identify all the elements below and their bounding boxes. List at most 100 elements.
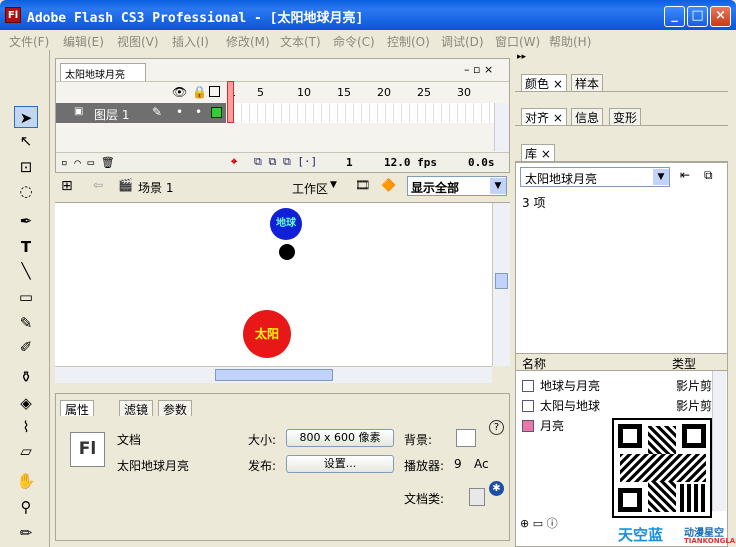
hand-tool-icon[interactable]: ✋	[14, 470, 38, 492]
layer-name: 图层 1	[94, 108, 130, 122]
col-type[interactable]: 类型	[672, 355, 696, 372]
size-button[interactable]: 800 x 600 像素	[286, 429, 394, 447]
library-buttons-icon[interactable]: ⊕ ▭ ⓘ	[520, 515, 558, 531]
scroll-thumb[interactable]	[495, 273, 508, 289]
tab-transform[interactable]: 变形	[609, 108, 642, 125]
frame-number: 10	[297, 86, 311, 99]
edit-bar: ⊞ ⇦ 🎬 场景 1 工作区 ▼ 🎞 🔶 显示全部 ▼	[55, 173, 510, 203]
menu-modify[interactable]: 修改(M)	[226, 33, 270, 50]
panel-controls-icon[interactable]: – ▫ ×	[464, 63, 493, 76]
chevron-down-icon[interactable]: ▼	[330, 180, 337, 190]
timeline-toggle-icon[interactable]: ⊞	[61, 178, 73, 194]
stage-horizontal-scrollbar[interactable]	[55, 366, 492, 383]
pencil-tool-icon[interactable]: ✎	[14, 312, 38, 334]
publish-settings-button[interactable]: 设置...	[286, 455, 394, 473]
document-class-field[interactable]	[469, 488, 485, 506]
stage[interactable]: 地球 太阳	[55, 203, 493, 366]
library-select[interactable]: 太阳地球月亮 ▼	[520, 167, 670, 187]
pen-tool-icon[interactable]: ✒	[14, 210, 38, 232]
stroke-color-icon[interactable]: ✏	[14, 522, 38, 544]
minimize-button[interactable]: _	[664, 6, 685, 27]
rectangle-tool-icon[interactable]: ▭	[14, 286, 38, 308]
zoom-select[interactable]: 显示全部 ▼	[407, 176, 507, 196]
tab-swatches[interactable]: 样本	[571, 74, 604, 91]
tab-parameters[interactable]: 参数	[158, 400, 193, 417]
zoom-tool-icon[interactable]: ⚲	[14, 496, 38, 518]
visibility-dot[interactable]: •	[176, 105, 183, 119]
brush-tool-icon[interactable]: ✐	[14, 336, 38, 358]
eyedropper-tool-icon[interactable]: ⌇	[14, 416, 38, 438]
maximize-button[interactable]: □	[687, 6, 708, 27]
frame-strip[interactable]	[226, 103, 494, 123]
menu-insert[interactable]: 插入(I)	[172, 33, 209, 50]
menu-commands[interactable]: 命令(C)	[333, 33, 375, 50]
tab-color[interactable]: 颜色 ×	[521, 74, 567, 91]
close-button[interactable]: ×	[710, 6, 731, 27]
align-panel-tabs: 对齐 × 信息 变形	[515, 106, 728, 126]
panel-collapse-icon[interactable]: ▸▸	[517, 52, 729, 68]
chevron-down-icon[interactable]: ▼	[653, 169, 669, 185]
background-color-swatch[interactable]	[456, 429, 476, 447]
timeline-scrollbar[interactable]	[494, 103, 509, 151]
edit-scene-icon[interactable]: 🎞	[355, 178, 370, 192]
layer-row[interactable]: ▣ 图层 1 ✎ • •	[56, 103, 226, 123]
panel-divider[interactable]	[55, 386, 510, 393]
sun-circle[interactable]: 太阳	[243, 310, 291, 358]
menu-text[interactable]: 文本(T)	[280, 33, 321, 50]
library-scrollbar[interactable]	[712, 371, 726, 511]
item-count: 3 项	[522, 196, 546, 210]
ink-bottle-tool-icon[interactable]: ⚱	[14, 366, 38, 388]
menu-debug[interactable]: 调试(D)	[441, 33, 484, 50]
earth-circle[interactable]: 地球	[270, 208, 302, 240]
menu-edit[interactable]: 编辑(E)	[63, 33, 104, 50]
timeline-header: 👁 🔒 1 5 10 15 20 25 30	[56, 81, 509, 101]
menu-file[interactable]: 文件(F)	[9, 33, 49, 50]
col-name[interactable]: 名称	[522, 355, 546, 372]
eye-icon[interactable]: 👁	[172, 85, 187, 99]
menu-view[interactable]: 视图(V)	[117, 33, 159, 50]
help-icon[interactable]: ?	[489, 420, 504, 435]
lasso-tool-icon[interactable]: ◌	[14, 180, 38, 202]
new-library-icon[interactable]: ⧉	[704, 168, 713, 183]
accessibility-icon[interactable]: ✱	[489, 481, 504, 496]
tab-properties[interactable]: 属性	[60, 400, 95, 417]
library-select-value: 太阳地球月亮	[525, 172, 598, 186]
menu-control[interactable]: 控制(O)	[387, 33, 430, 50]
tab-library[interactable]: 库 ×	[521, 144, 555, 161]
outline-color-box[interactable]	[211, 107, 222, 118]
stage-vertical-scrollbar[interactable]	[492, 203, 510, 366]
menu-window[interactable]: 窗口(W)	[495, 33, 540, 50]
moon-circle[interactable]	[279, 244, 295, 260]
tab-filters[interactable]: 滤镜	[119, 400, 154, 417]
onion-skin-icons[interactable]: ⧉ ⧉ ⧉ [·]	[254, 155, 317, 169]
selection-tool-icon[interactable]: ➤	[14, 106, 38, 128]
tab-align[interactable]: 对齐 ×	[521, 108, 567, 125]
document-tab[interactable]: 太阳地球月亮	[60, 63, 146, 81]
eraser-tool-icon[interactable]: ▱	[14, 440, 38, 462]
movieclip-icon	[522, 400, 534, 412]
layer-buttons-icon[interactable]: ▫ ⌒ ▭ 🗑	[61, 156, 115, 169]
chevron-down-icon[interactable]: ▼	[490, 178, 506, 194]
library-item[interactable]: 地球与月亮 影片剪	[522, 377, 712, 395]
lock-dot[interactable]: •	[195, 105, 202, 119]
subselection-tool-icon[interactable]: ↖	[14, 130, 38, 152]
scroll-thumb[interactable]	[215, 369, 333, 381]
outline-icon[interactable]	[209, 86, 220, 97]
lock-icon[interactable]: 🔒	[192, 85, 207, 99]
text-tool-icon[interactable]: T	[14, 236, 38, 258]
item-type: 影片剪	[676, 399, 713, 413]
tab-info[interactable]: 信息	[571, 108, 604, 125]
center-frame-icon[interactable]: ⌖	[231, 155, 237, 169]
edit-symbol-icon[interactable]: 🔶	[381, 178, 396, 192]
scene-name[interactable]: 场景 1	[138, 179, 173, 196]
paint-bucket-tool-icon[interactable]: ◈	[14, 392, 38, 414]
free-transform-tool-icon[interactable]: ⊡	[14, 156, 38, 178]
pin-icon[interactable]: ⇤	[680, 168, 690, 182]
playhead[interactable]	[227, 81, 234, 123]
library-item[interactable]: 太阳与地球 影片剪	[522, 397, 712, 415]
menu-help[interactable]: 帮助(H)	[549, 33, 591, 50]
workspace-menu[interactable]: 工作区	[292, 180, 328, 197]
back-arrow-icon[interactable]: ⇦	[93, 178, 103, 192]
line-tool-icon[interactable]: ╲	[14, 260, 38, 282]
layer-icon: ▣	[74, 106, 84, 117]
